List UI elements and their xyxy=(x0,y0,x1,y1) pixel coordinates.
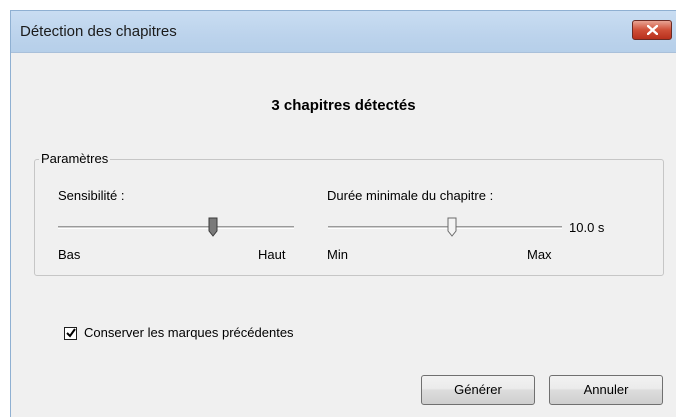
min-duration-slider-track xyxy=(328,226,562,229)
cancel-button[interactable]: Annuler xyxy=(549,375,663,405)
title-bar[interactable]: Détection des chapitres xyxy=(11,11,676,53)
window-title: Détection des chapitres xyxy=(20,23,177,40)
min-duration-slider-thumb[interactable] xyxy=(447,217,457,237)
sensitivity-max-label: Haut xyxy=(258,247,286,262)
close-icon xyxy=(647,25,658,35)
checkmark-icon xyxy=(66,328,76,338)
parameters-legend: Paramètres xyxy=(39,151,111,166)
dialog-window: Détection des chapitres 3 chapitres déte… xyxy=(10,10,676,417)
sensitivity-slider-track xyxy=(58,226,294,229)
detected-chapters-heading: 3 chapitres détectés xyxy=(271,97,416,114)
sensitivity-label: Sensibilité : xyxy=(58,188,125,203)
keep-marks-label[interactable]: Conserver les marques précédentes xyxy=(84,325,294,340)
sensitivity-slider-thumb[interactable] xyxy=(208,217,218,237)
min-duration-max-label: Max xyxy=(527,247,552,262)
min-duration-slider[interactable] xyxy=(325,216,565,240)
min-duration-value: 10.0 s xyxy=(569,220,605,235)
keep-marks-checkbox[interactable] xyxy=(64,327,77,340)
close-button[interactable] xyxy=(632,20,672,40)
min-duration-label: Durée minimale du chapitre : xyxy=(327,188,494,203)
min-duration-min-label: Min xyxy=(327,247,348,262)
generate-button[interactable]: Générer xyxy=(421,375,535,405)
sensitivity-slider[interactable] xyxy=(55,216,297,240)
sensitivity-min-label: Bas xyxy=(58,247,81,262)
